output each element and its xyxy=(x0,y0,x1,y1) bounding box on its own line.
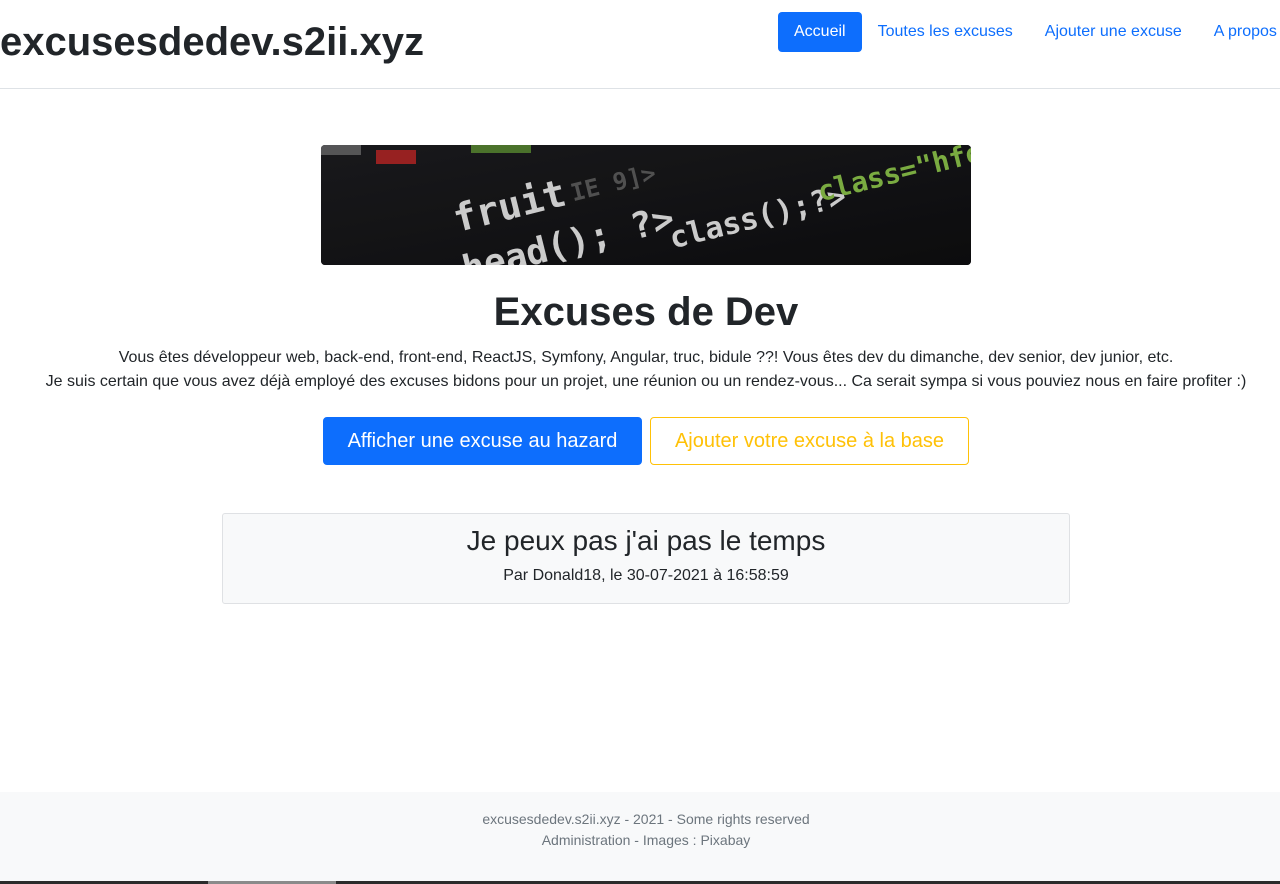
footer-separator: - Images : xyxy=(630,832,701,848)
pixabay-link[interactable]: Pixabay xyxy=(700,832,750,848)
excuse-card: Je peux pas j'ai pas le temps Par Donald… xyxy=(222,513,1070,604)
intro-line-1: Vous êtes développeur web, back-end, fro… xyxy=(118,349,1174,366)
page-title: Excuses de Dev xyxy=(493,290,799,334)
excuse-meta: Par Donald18, le 30-07-2021 à 16:58:59 xyxy=(503,567,789,584)
intro-text: Vous êtes développeur web, back-end, fro… xyxy=(0,346,1280,394)
administration-link[interactable]: Administration xyxy=(542,832,631,848)
nav-link-ajouter-une-excuse[interactable]: Ajouter une excuse xyxy=(1029,12,1198,52)
site-brand[interactable]: excusesdedev.s2ii.xyz xyxy=(0,18,424,66)
nav-link-accueil[interactable]: Accueil xyxy=(778,12,862,52)
footer-links: Administration - Images : Pixabay xyxy=(0,831,1280,849)
page-footer: excusesdedev.s2ii.xyz - 2021 - Some righ… xyxy=(0,792,1280,884)
code-banner-graphic: fruit IE 9]> php head(); ?> class();?> c… xyxy=(321,145,971,265)
footer-copyright: excusesdedev.s2ii.xyz - 2021 - Some righ… xyxy=(482,811,810,827)
nav-link-toutes-les-excuses[interactable]: Toutes les excuses xyxy=(862,12,1029,52)
intro-line-2: Je suis certain que vous avez déjà emplo… xyxy=(45,373,1247,390)
random-excuse-button[interactable]: Afficher une excuse au hazard xyxy=(323,417,642,465)
code-banner-image: fruit IE 9]> php head(); ?> class();?> c… xyxy=(321,145,971,265)
top-navbar: excusesdedev.s2ii.xyz Accueil Toutes les… xyxy=(0,0,1280,89)
add-excuse-button[interactable]: Ajouter votre excuse à la base xyxy=(650,417,969,465)
nav-link-a-propos[interactable]: A propos xyxy=(1198,12,1280,52)
main-nav: Accueil Toutes les excuses Ajouter une e… xyxy=(778,12,1280,52)
excuse-text: Je peux pas j'ai pas le temps xyxy=(466,525,826,556)
